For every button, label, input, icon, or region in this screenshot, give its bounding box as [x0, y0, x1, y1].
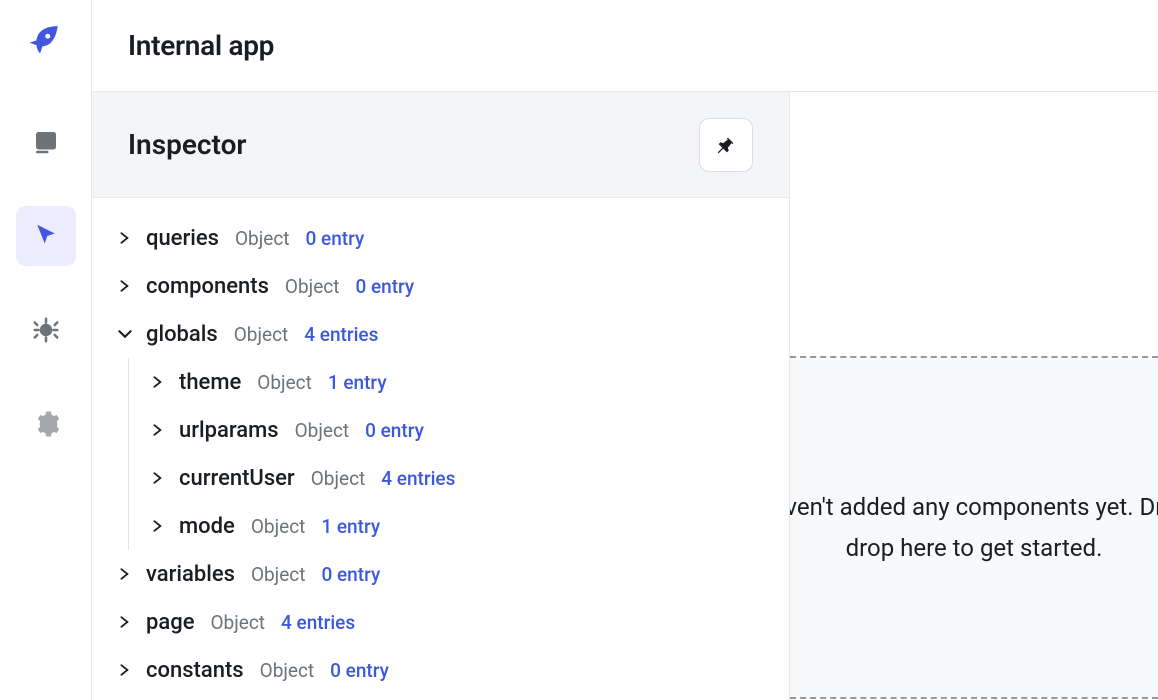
nav-cursor-icon[interactable] [16, 206, 76, 266]
node-type: Object [295, 419, 350, 442]
chevron-right-icon [116, 613, 134, 631]
nav-settings-icon[interactable] [16, 394, 76, 454]
header-bar: Internal app [92, 0, 1158, 92]
chevron-right-icon [149, 421, 167, 439]
rocket-logo-icon[interactable] [26, 18, 66, 58]
node-count: 0 entry [330, 659, 389, 682]
node-type: Object [257, 371, 312, 394]
tree-node-globals[interactable]: globals Object 4 entries [116, 310, 765, 358]
node-type: Object [235, 227, 290, 250]
node-count: 0 entry [306, 227, 365, 250]
chevron-down-icon [116, 325, 134, 343]
inspector-title: Inspector [128, 128, 247, 161]
content-row: Inspector queries Object 0 entry compone… [92, 92, 1158, 700]
node-name: currentUser [179, 466, 295, 491]
node-count: 0 entry [321, 563, 380, 586]
main-area: Internal app Inspector queries Object 0 … [92, 0, 1158, 700]
chevron-right-icon [116, 229, 134, 247]
chevron-right-icon [116, 277, 134, 295]
inspector-panel: Inspector queries Object 0 entry compone… [92, 92, 790, 700]
node-name: theme [179, 370, 241, 395]
tree-node-mode[interactable]: mode Object 1 entry [149, 502, 765, 550]
tree-node-components[interactable]: components Object 0 entry [116, 262, 765, 310]
drop-zone[interactable]: You haven't added any components yet. Dr… [790, 356, 1158, 699]
nav-debug-icon[interactable] [16, 300, 76, 360]
chevron-right-icon [149, 517, 167, 535]
app-title: Internal app [128, 29, 274, 62]
tree-node-queries[interactable]: queries Object 0 entry [116, 214, 765, 262]
node-type: Object [234, 323, 289, 346]
node-name: queries [146, 226, 219, 251]
tree-node-constants[interactable]: constants Object 0 entry [116, 646, 765, 694]
canvas-area[interactable]: You haven't added any components yet. Dr… [790, 92, 1158, 700]
node-type: Object [210, 611, 265, 634]
pin-button[interactable] [699, 118, 753, 172]
sidebar-nav [0, 0, 92, 700]
node-count: 4 entries [281, 611, 355, 634]
tree-node-theme[interactable]: theme Object 1 entry [149, 358, 765, 406]
tree-node-currentuser[interactable]: currentUser Object 4 entries [149, 454, 765, 502]
chevron-right-icon [149, 373, 167, 391]
node-count: 1 entry [328, 371, 387, 394]
chevron-right-icon [116, 661, 134, 679]
node-type: Object [285, 275, 340, 298]
tree-node-variables[interactable]: variables Object 0 entry [116, 550, 765, 598]
node-type: Object [251, 515, 306, 538]
node-type: Object [311, 467, 366, 490]
pin-icon [715, 134, 737, 156]
node-count: 0 entry [365, 419, 424, 442]
nav-pages-icon[interactable] [16, 112, 76, 172]
node-type: Object [260, 659, 315, 682]
tree-node-urlparams[interactable]: urlparams Object 0 entry [149, 406, 765, 454]
node-name: variables [146, 562, 235, 587]
node-name: page [146, 610, 194, 635]
node-count: 1 entry [321, 515, 380, 538]
inspector-tree: queries Object 0 entry components Object… [92, 198, 789, 694]
node-name: mode [179, 514, 235, 539]
drop-text-line2: drop here to get started. [846, 528, 1103, 569]
globals-children: theme Object 1 entry urlparams Object 0 … [128, 358, 765, 550]
chevron-right-icon [116, 565, 134, 583]
drop-text-line1: You haven't added any components yet. Dr… [790, 487, 1158, 528]
node-count: 0 entry [355, 275, 414, 298]
node-type: Object [251, 563, 306, 586]
chevron-right-icon [149, 469, 167, 487]
node-count: 4 entries [304, 323, 378, 346]
node-name: components [146, 274, 269, 299]
node-name: globals [146, 322, 218, 347]
tree-node-page[interactable]: page Object 4 entries [116, 598, 765, 646]
inspector-header: Inspector [92, 92, 789, 198]
node-count: 4 entries [381, 467, 455, 490]
node-name: urlparams [179, 418, 279, 443]
node-name: constants [146, 658, 244, 683]
